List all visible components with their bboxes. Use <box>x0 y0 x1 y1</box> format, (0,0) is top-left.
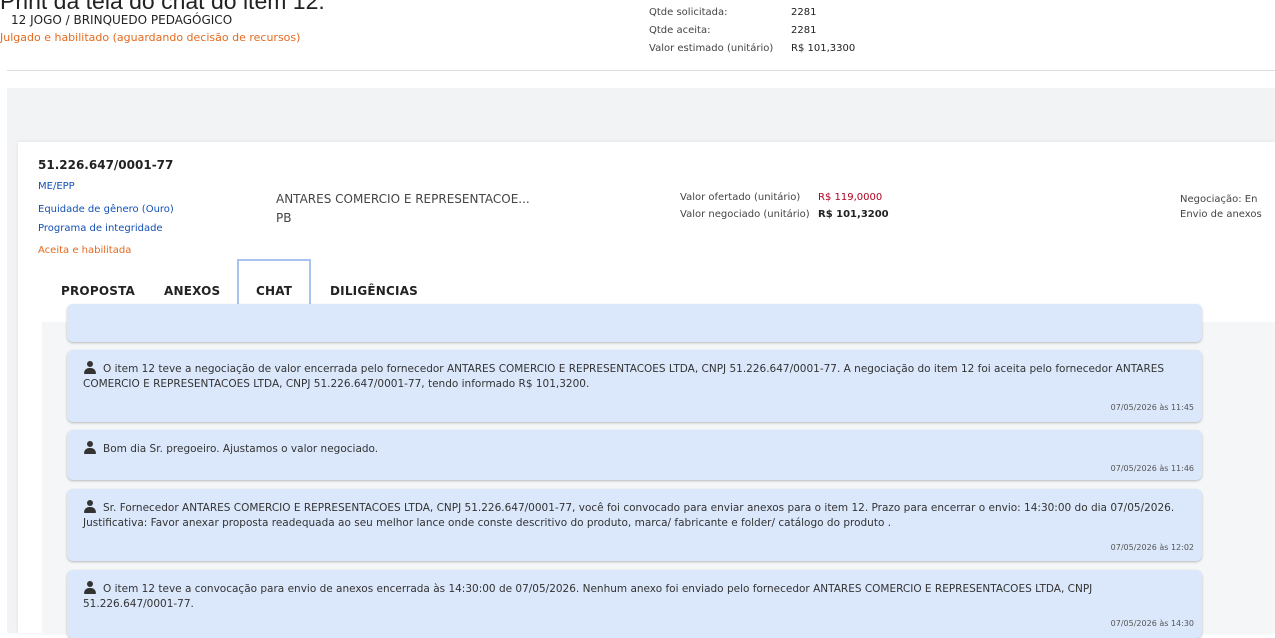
negociacao-label: Negociação: En <box>1180 194 1258 205</box>
tab-proposta[interactable]: PROPOSTA <box>61 284 135 298</box>
valor-estimado-value: R$ 101,3300 <box>791 43 856 54</box>
message-time: 07/05/2026 às 11:45 <box>1110 403 1194 412</box>
chat-message: Sr. Fornecedor ANTARES COMERCIO E REPRES… <box>67 489 1202 561</box>
supplier-cnpj: 51.226.647/0001-77 <box>38 158 174 172</box>
message-text: Bom dia Sr. pregoeiro. Ajustamos o valor… <box>103 443 379 455</box>
envio-anexos-label: Envio de anexos <box>1180 209 1262 220</box>
message-text: O item 12 teve a convocação para envio d… <box>83 583 1093 610</box>
message-partial <box>67 304 1202 342</box>
valor-negociado-value: R$ 101,3200 <box>818 209 889 220</box>
qtd-solicitada-value: 2281 <box>791 7 817 18</box>
valor-estimado-label: Valor estimado (unitário) <box>649 43 774 54</box>
integridade-tag[interactable]: Programa de integridade <box>38 223 163 234</box>
situacao-tag: Aceita e habilitada <box>38 245 132 256</box>
valor-negociado-label: Valor negociado (unitário) <box>680 209 810 220</box>
tab-anexos[interactable]: ANEXOS <box>164 284 220 298</box>
divider <box>7 70 1275 71</box>
supplier-uf: PB <box>276 211 292 225</box>
message-time: 07/05/2026 às 14:30 <box>1110 619 1194 628</box>
chat-message: Bom dia Sr. pregoeiro. Ajustamos o valor… <box>67 430 1202 480</box>
qtd-aceita-value: 2281 <box>791 25 817 36</box>
porte-tag: ME/EPP <box>38 181 75 192</box>
supplier-name: ANTARES COMERCIO E REPRESENTACOE... <box>276 192 530 206</box>
valor-ofertado-label: Valor ofertado (unitário) <box>680 192 801 203</box>
tab-chat[interactable]: CHAT <box>256 284 292 298</box>
item-status: Julgado e habilitado (aguardando decisão… <box>0 31 301 44</box>
tab-diligencias[interactable]: DILIGÊNCIAS <box>330 284 418 298</box>
chat-message: O item 12 teve a convocação para envio d… <box>67 570 1202 638</box>
message-time: 07/05/2026 às 11:46 <box>1110 464 1194 473</box>
message-time: 07/05/2026 às 12:02 <box>1110 543 1194 552</box>
message-text: O item 12 teve a negociação de valor enc… <box>83 363 1165 390</box>
equidade-tag[interactable]: Equidade de gênero (Ouro) <box>38 204 174 215</box>
qtd-aceita-label: Qtde aceita: <box>649 25 711 36</box>
chat-message: O item 12 teve a negociação de valor enc… <box>67 350 1202 422</box>
item-title: 12 JOGO / BRINQUEDO PEDAGÓGICO <box>11 13 233 27</box>
qtd-solicitada-label: Qtde solicitada: <box>649 7 728 18</box>
message-text: Sr. Fornecedor ANTARES COMERCIO E REPRES… <box>83 502 1175 529</box>
valor-ofertado-value: R$ 119,0000 <box>818 192 883 203</box>
